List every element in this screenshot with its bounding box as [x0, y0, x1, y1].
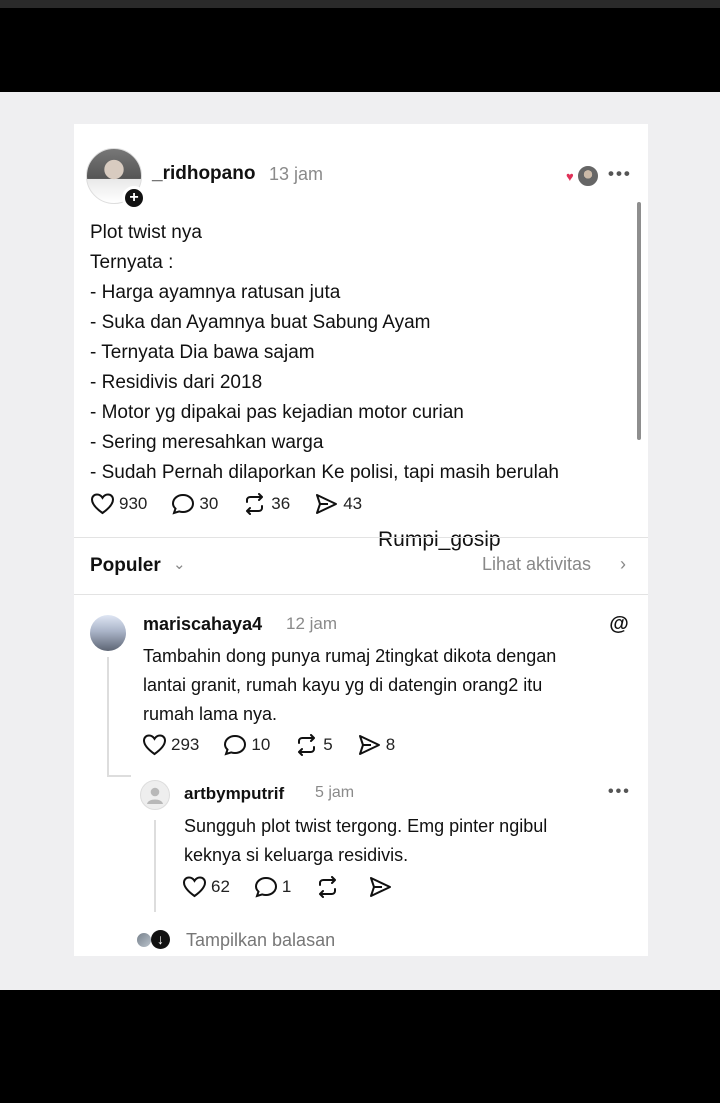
heart-icon	[142, 734, 167, 756]
like-count: 293	[171, 735, 200, 754]
comment-action[interactable]: 1	[254, 876, 291, 898]
repost-icon	[298, 734, 316, 756]
comment-line: Tambahin dong punya rumaj 2tingkat dikot…	[143, 646, 557, 666]
reply-thread-line	[154, 820, 156, 912]
comment-icon	[254, 876, 277, 898]
share-action[interactable]: 43	[314, 493, 362, 515]
share-action[interactable]	[368, 876, 397, 898]
comment-line: rumah lama nya.	[143, 704, 278, 724]
repost-action[interactable]: 5	[294, 734, 333, 756]
post-line: - Harga ayamnya ratusan juta	[90, 282, 341, 303]
post-more-icon[interactable]: •••	[608, 164, 632, 184]
post-line: - Sering meresahkan warga	[90, 432, 324, 453]
reply-avatar[interactable]	[140, 780, 170, 810]
liker-avatar	[576, 164, 600, 188]
comment-body: Tambahin dong punya rumaj 2tingkat dikot…	[143, 642, 633, 729]
like-action[interactable]: 293	[142, 734, 199, 756]
thread-branch	[107, 775, 131, 777]
view-activity-link[interactable]: Lihat aktivitas	[482, 554, 591, 575]
like-count: 930	[119, 494, 148, 513]
top-status-strip	[0, 0, 720, 8]
mini-avatar	[136, 932, 152, 948]
comment-time: 12 jam	[286, 614, 338, 633]
repost-icon	[246, 493, 264, 515]
post-line: - Suka dan Ayamnya buat Sabung Ayam	[90, 312, 431, 333]
comment-action[interactable]: 30	[171, 493, 218, 515]
like-action[interactable]: 930	[90, 493, 147, 515]
reply-time: 5 jam	[315, 784, 355, 801]
share-count: 8	[385, 735, 396, 754]
chevron-down-icon[interactable]: ⌄	[173, 555, 186, 573]
send-icon	[358, 735, 380, 755]
show-replies-button[interactable]: Tampilkan balasan	[186, 930, 335, 951]
scrollbar[interactable]	[637, 202, 641, 440]
comment-username[interactable]: mariscahaya4	[143, 614, 262, 635]
comment-count: 1	[281, 877, 292, 896]
repost-count: 36	[271, 494, 291, 513]
share-action[interactable]: 8	[357, 734, 395, 756]
thread-line	[107, 657, 109, 775]
repost-action[interactable]: 36	[242, 493, 290, 515]
like-count: 62	[211, 877, 230, 896]
comment-icon	[224, 734, 247, 756]
post-line: - Motor yg dipakai pas kejadian motor cu…	[90, 402, 464, 423]
heart-icon	[90, 493, 115, 515]
comment-count: 10	[251, 735, 271, 754]
post-line: Ternyata :	[90, 252, 174, 273]
post-line: Plot twist nya	[90, 222, 202, 243]
repost-icon	[319, 876, 337, 898]
like-action[interactable]: 62	[182, 876, 230, 898]
send-icon	[316, 494, 338, 514]
commenter-avatar[interactable]	[90, 615, 126, 651]
watermark-text: Rumpi_gosip	[378, 528, 501, 551]
reply-line: Sungguh plot twist tergong. Emg pinter n…	[184, 816, 548, 836]
threads-icon[interactable]: @	[608, 613, 630, 635]
reply-more-icon[interactable]: •••	[608, 783, 631, 801]
sort-dropdown[interactable]: Populer	[90, 555, 161, 577]
share-count: 43	[343, 494, 363, 513]
follow-plus-icon[interactable]: +	[122, 186, 146, 210]
replies-preview[interactable]: ↓	[136, 930, 172, 950]
liked-by-avatars[interactable]: ♥	[566, 164, 600, 188]
repost-action[interactable]	[315, 876, 344, 898]
reply-username[interactable]: artbymputrif	[184, 784, 284, 804]
reply-line: keknya si keluarga residivis.	[184, 845, 409, 865]
post-time: 13 jam	[269, 164, 324, 184]
comment-count: 30	[199, 494, 219, 513]
heart-icon	[182, 876, 207, 898]
post-actions: 930 30 36 43	[90, 493, 386, 515]
person-icon	[147, 787, 163, 804]
post-line: - Ternyata Dia bawa sajam	[90, 342, 315, 363]
post-line: - Residivis dari 2018	[90, 372, 263, 393]
comments-divider	[74, 594, 648, 595]
comment-actions: 293 10 5 8	[142, 734, 419, 756]
post-divider	[74, 537, 648, 538]
chevron-right-icon[interactable]: ›	[620, 554, 626, 575]
reply-body: Sungguh plot twist tergong. Emg pinter n…	[184, 812, 624, 870]
comment-icon	[172, 493, 195, 515]
arrow-down-icon: ↓	[151, 930, 170, 949]
repost-count: 5	[323, 735, 333, 754]
post-line: - Sudah Pernah dilaporkan Ke polisi, tap…	[90, 462, 559, 483]
comment-action[interactable]: 10	[223, 734, 270, 756]
post-username[interactable]: _ridhopano	[152, 163, 255, 185]
post-body: Plot twist nya Ternyata : - Harga ayamny…	[90, 218, 630, 488]
reply-actions: 62 1	[182, 876, 421, 898]
comment-line: lantai granit, rumah kayu yg di datengin…	[143, 675, 543, 695]
send-icon	[370, 877, 392, 897]
